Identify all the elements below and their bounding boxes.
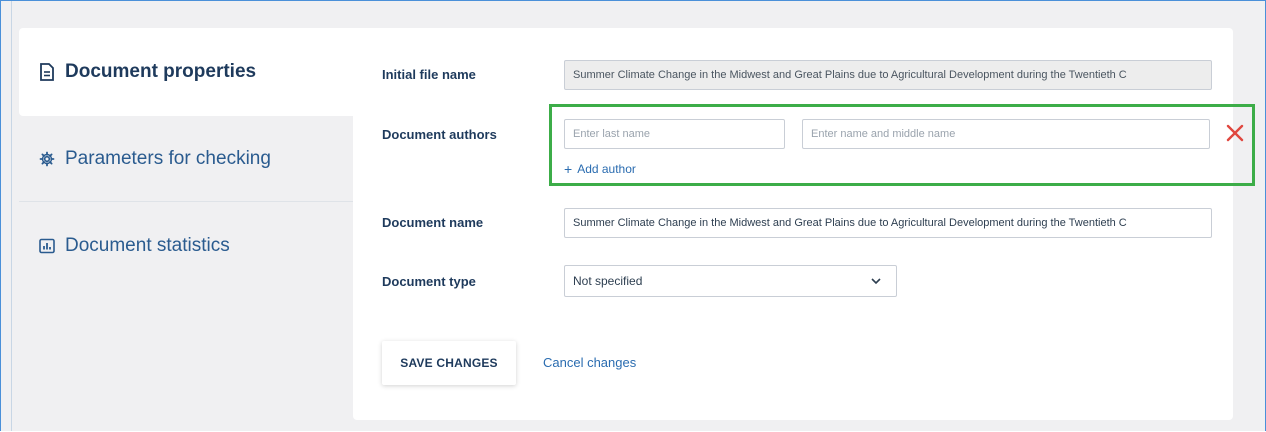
add-author-link[interactable]: + Add author [564, 161, 636, 177]
document-authors-label: Document authors [382, 127, 497, 142]
sidebar-item-label: Document statistics [65, 235, 230, 256]
document-type-value: Not specified [573, 274, 643, 288]
sidebar-item-parameters[interactable]: Parameters for checking [19, 116, 353, 202]
sidebar-item-label: Parameters for checking [65, 148, 271, 169]
add-author-label: Add author [577, 162, 636, 176]
last-name-input[interactable]: Enter last name [564, 119, 785, 149]
sidebar-item-document-properties[interactable]: Document properties [19, 28, 353, 116]
initial-file-name-label: Initial file name [382, 67, 476, 82]
sidebar-item-statistics[interactable]: Document statistics [19, 203, 353, 289]
document-properties-panel: Initial file name Summer Climate Change … [353, 28, 1255, 420]
page-frame: Document properties Parameters for check… [0, 0, 1266, 431]
gear-icon [39, 150, 55, 168]
document-type-label: Document type [382, 274, 476, 289]
document-name-label: Document name [382, 215, 484, 230]
chevron-down-icon [870, 275, 882, 287]
remove-author-icon[interactable] [1224, 122, 1246, 144]
cancel-changes-link[interactable]: Cancel changes [543, 355, 636, 370]
name-middle-name-input[interactable]: Enter name and middle name [802, 119, 1210, 149]
chart-icon [39, 237, 55, 255]
sidebar-item-label: Document properties [65, 61, 257, 82]
document-icon [39, 63, 55, 81]
initial-file-name-field: Summer Climate Change in the Midwest and… [564, 60, 1212, 90]
document-name-input[interactable]: Summer Climate Change in the Midwest and… [564, 208, 1212, 238]
plus-icon: + [564, 161, 573, 177]
document-type-select[interactable]: Not specified [564, 265, 897, 297]
save-changes-button[interactable]: SAVE CHANGES [382, 341, 516, 385]
sidebar-divider [19, 201, 363, 202]
